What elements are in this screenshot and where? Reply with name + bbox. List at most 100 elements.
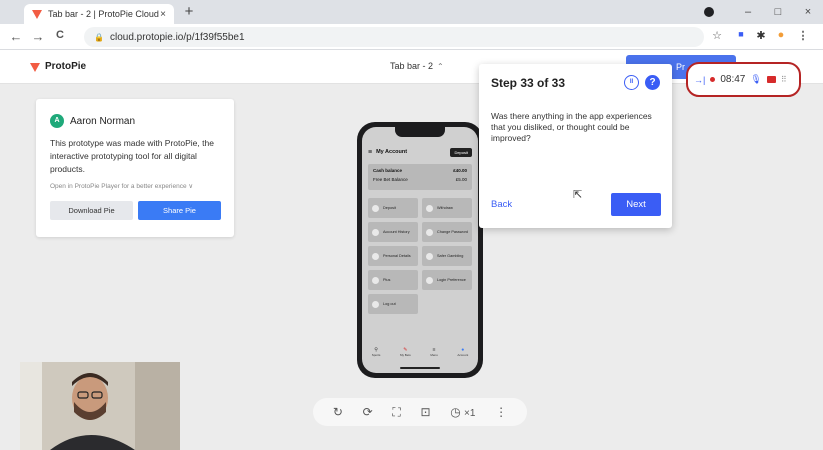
home-indicator: [400, 367, 440, 369]
balance-card: Cash balance £40.00 Free Bet Balance £5.…: [368, 164, 472, 190]
tile-account-history[interactable]: Account History: [368, 222, 418, 242]
profile-icon[interactable]: [704, 7, 714, 17]
tile-icon: [426, 252, 433, 260]
pie-selector[interactable]: Tab bar - 2 ⌃: [390, 61, 444, 71]
tab-label: Sports: [371, 353, 381, 357]
tile-icon: [426, 204, 433, 212]
pie-name: Tab bar - 2: [390, 61, 434, 71]
recording-widget: →| 08:47 🎙 ⠿: [686, 62, 801, 97]
browser-menu-icon[interactable]: ⋮: [796, 29, 810, 42]
survey-question: Was there anything in the app experience…: [491, 111, 652, 143]
tab-menu[interactable]: ≡ Menu: [430, 347, 438, 363]
tile-label: Login Preference: [437, 278, 466, 282]
tile-change-password[interactable]: Change Password: [422, 222, 472, 242]
extension-shield-icon[interactable]: ■: [734, 29, 748, 39]
protopie-logo-icon: [30, 62, 40, 72]
cash-balance-label: Cash balance: [373, 168, 403, 173]
microphone-icon[interactable]: 🎙: [750, 74, 761, 85]
phone-title: My Account: [376, 149, 408, 155]
pause-icon[interactable]: II: [624, 75, 639, 90]
selector-chevron-icon: ⌃: [437, 62, 444, 71]
tile-icon: [372, 204, 379, 212]
tile-withdraw[interactable]: Withdraw: [422, 198, 472, 218]
tab-account[interactable]: ● Account: [457, 347, 468, 363]
browser-tab-strip: Tab bar - 2 | ProtoPie Cloud × + – □ ×: [0, 0, 823, 24]
tab-sports[interactable]: ⚲ Sports: [372, 347, 381, 363]
exit-icon[interactable]: →|: [694, 75, 705, 85]
tile-label: Log out: [383, 302, 396, 306]
tab-my-bets[interactable]: ✎ My Bets: [400, 347, 411, 363]
protopie-favicon-icon: [32, 10, 42, 19]
webcam-feed: [20, 362, 180, 450]
back-nav-icon[interactable]: ←: [8, 29, 24, 44]
tile-plus[interactable]: Plus: [368, 270, 418, 290]
author: A Aaron Norman: [50, 114, 135, 128]
phone-deposit-button[interactable]: Deposit: [450, 147, 472, 157]
download-pie-button[interactable]: Download Pie: [50, 201, 133, 220]
tile-icon: [372, 252, 379, 260]
speed-value: ×1: [464, 408, 476, 419]
tile-icon: [372, 228, 379, 236]
help-icon[interactable]: ?: [645, 75, 660, 90]
tile-label: Plus: [383, 278, 391, 282]
camera-icon[interactable]: [766, 76, 776, 83]
restart-icon[interactable]: ↻: [333, 405, 343, 419]
restore-button[interactable]: □: [763, 6, 793, 18]
tile-label: Change Password: [437, 230, 469, 234]
browser-tab[interactable]: Tab bar - 2 | ProtoPie Cloud ×: [24, 4, 174, 24]
author-name: Aaron Norman: [70, 115, 136, 127]
close-window-button[interactable]: ×: [793, 6, 823, 18]
open-in-player-link[interactable]: Open in ProtoPie Player for a better exp…: [50, 182, 193, 190]
tile-safer-gambling[interactable]: Safer Gambling: [422, 246, 472, 266]
fit-screen-icon[interactable]: ⊡: [420, 405, 430, 419]
tile-login-preference[interactable]: Login Preference: [422, 270, 472, 290]
extension-avatar-icon[interactable]: ●: [774, 29, 788, 41]
tile-icon: [372, 276, 379, 284]
bookmark-star-icon[interactable]: ☆: [710, 29, 724, 42]
lock-icon: 🔒: [94, 32, 104, 42]
survey-step-title: Step 33 of 33: [491, 76, 566, 90]
phone-header: ≡ My Account Deposit: [362, 143, 478, 161]
address-bar[interactable]: 🔒 cloud.protopie.io/p/1f39f55be1: [84, 27, 704, 47]
phone-frame: ≡ My Account Deposit Cash balance £40.00…: [357, 122, 483, 378]
forward-nav-icon[interactable]: →: [30, 29, 46, 44]
share-pie-button[interactable]: Share Pie: [138, 201, 221, 220]
phone-notch: [395, 127, 445, 137]
tab-close-icon[interactable]: ×: [160, 9, 166, 20]
tile-deposit[interactable]: Deposit: [368, 198, 418, 218]
tile-label: Account History: [383, 230, 410, 234]
hamburger-menu-icon[interactable]: ≡: [368, 149, 372, 156]
survey-next-button[interactable]: Next: [611, 193, 661, 216]
prototype-screen[interactable]: ≡ My Account Deposit Cash balance £40.00…: [362, 127, 478, 373]
pie-info-card: A Aaron Norman This prototype was made w…: [36, 99, 234, 237]
tile-label: Personal Details: [383, 254, 411, 258]
touch-indicator-icon[interactable]: ⟳: [363, 405, 373, 419]
extensions-puzzle-icon[interactable]: ✱: [754, 29, 768, 42]
clock-icon: ◷: [450, 405, 461, 419]
tile-icon: [426, 276, 433, 284]
phone-tab-bar: ⚲ Sports ✎ My Bets ≡ Menu ● Account: [362, 347, 478, 363]
avatar: A: [50, 114, 64, 128]
brand-name: ProtoPie: [45, 61, 87, 72]
tile-label: Deposit: [383, 206, 396, 210]
protopie-logo[interactable]: ProtoPie: [30, 61, 86, 72]
drag-grip-icon[interactable]: ⠿: [781, 75, 787, 84]
tile-label: Withdraw: [437, 206, 453, 210]
survey-dialog: Step 33 of 33 II ? Was there anything in…: [479, 64, 672, 228]
url-text: cloud.protopie.io/p/1f39f55be1: [109, 31, 245, 43]
speed-control[interactable]: ◷ ×1: [450, 405, 475, 419]
tile-icon: [426, 228, 433, 236]
minimize-button[interactable]: –: [733, 6, 763, 18]
free-bet-value: £5.00: [455, 177, 467, 182]
reload-icon[interactable]: C: [52, 29, 68, 41]
recording-dot-icon: [710, 77, 716, 82]
tile-log-out[interactable]: Log out: [368, 294, 418, 314]
more-options-icon[interactable]: ⋮: [495, 405, 507, 419]
survey-back-button[interactable]: Back: [491, 199, 512, 210]
fullscreen-icon[interactable]: ⛶: [392, 405, 400, 420]
tile-personal-details[interactable]: Personal Details: [368, 246, 418, 266]
new-tab-button[interactable]: +: [180, 4, 198, 22]
window-controls: – □ ×: [733, 0, 823, 24]
mouse-cursor-icon: ⇱: [573, 189, 583, 201]
tab-label: Account: [457, 353, 469, 357]
